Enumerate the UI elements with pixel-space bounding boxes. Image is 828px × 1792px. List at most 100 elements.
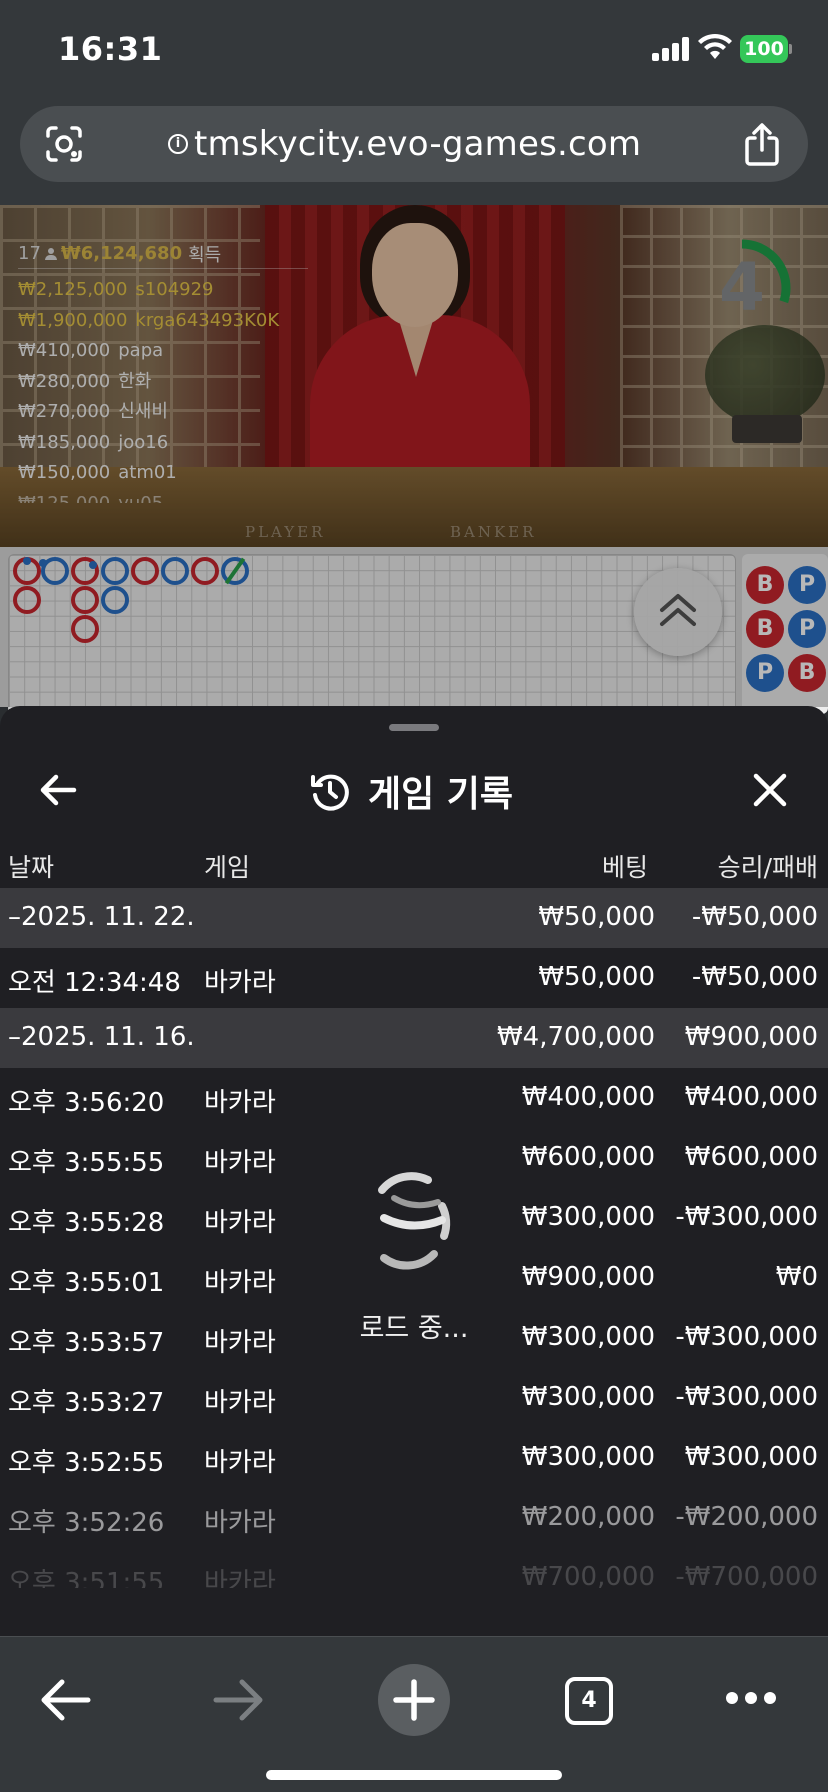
winner-amount: ₩410,000 bbox=[18, 340, 111, 361]
tabs-icon[interactable]: 4 bbox=[565, 1677, 613, 1725]
winner-amount: ₩185,000 bbox=[18, 431, 111, 453]
history-date-group-row[interactable]: –2025. 11. 22. ₩50,000 -₩50,000 bbox=[0, 888, 828, 948]
history-row[interactable]: 오후 3:53:27 바카라 ₩300,000 -₩300,000 bbox=[0, 1368, 828, 1428]
history-win-loss: -₩300,000 bbox=[675, 1382, 818, 1412]
history-bet: ₩300,000 bbox=[521, 1382, 655, 1412]
lens-icon[interactable] bbox=[44, 124, 84, 164]
plus-icon bbox=[393, 1679, 435, 1721]
winner-row: ₩270,000 신새비 bbox=[18, 397, 308, 428]
address-bar[interactable]: i tmskycity.evo-games.com bbox=[20, 106, 808, 182]
pair-dot bbox=[89, 561, 97, 569]
history-bet: ₩200,000 bbox=[521, 1502, 655, 1532]
history-win-loss: -₩50,000 bbox=[691, 962, 818, 992]
bonsai-pot bbox=[732, 415, 802, 443]
url-text[interactable]: tmskycity.evo-games.com bbox=[194, 124, 641, 164]
winner-name: s104929 bbox=[135, 279, 214, 300]
winners-count: 17 bbox=[18, 243, 41, 264]
history-row[interactable]: 오후 3:56:20 바카라 ₩400,000 ₩400,000 bbox=[0, 1068, 828, 1128]
history-date: –2025. 11. 16. bbox=[8, 1022, 195, 1052]
history-date: 오후 3:53:27 bbox=[8, 1388, 165, 1418]
roadmap-area: B P B P P B bbox=[0, 547, 828, 714]
expand-roadmap-button[interactable] bbox=[634, 568, 722, 656]
history-row[interactable]: 오후 3:51:55 바카라 ₩700,000 -₩700,000 bbox=[0, 1548, 828, 1588]
banker-area-label: BANKER bbox=[450, 523, 537, 541]
road-mark-player bbox=[101, 586, 129, 614]
winners-summary: 17 ₩6,124,680 획득 bbox=[18, 243, 308, 269]
home-indicator[interactable] bbox=[266, 1770, 562, 1780]
more-icon[interactable] bbox=[726, 1692, 776, 1706]
history-bet: ₩700,000 bbox=[521, 1562, 655, 1588]
history-date: 오후 3:52:55 bbox=[8, 1448, 165, 1478]
battery-icon: 100 bbox=[740, 35, 792, 63]
history-win-loss: ₩600,000 bbox=[684, 1142, 818, 1172]
winner-name: joo16 bbox=[118, 431, 169, 453]
road-mark-banker bbox=[191, 557, 219, 585]
new-tab-button[interactable] bbox=[378, 1664, 450, 1736]
history-row[interactable]: 오전 12:34:48 바카라 ₩50,000 -₩50,000 bbox=[0, 948, 828, 1008]
winner-name: yu05 bbox=[118, 493, 163, 503]
winners-list: 17 ₩6,124,680 획득 ₩2,125,000 s104929 ₩1,900… bbox=[18, 243, 308, 503]
history-game: 바카라 bbox=[204, 1088, 276, 1118]
winner-row: ₩185,000 joo16 bbox=[18, 428, 308, 459]
dealer bbox=[300, 205, 540, 515]
loading-text: 로드 중... bbox=[0, 1306, 828, 1345]
winner-row: ₩125,000 yu05 bbox=[18, 489, 308, 503]
winner-amount: ₩125,000 bbox=[18, 493, 110, 503]
winner-row: ₩410,000 papa bbox=[18, 336, 308, 367]
history-bet: ₩600,000 bbox=[521, 1142, 655, 1172]
browser-url-area: i tmskycity.evo-games.com bbox=[0, 100, 828, 205]
chevron-up-double-icon bbox=[660, 594, 696, 626]
road-mark-player bbox=[101, 557, 129, 585]
winner-row: ₩150,000 atm01 bbox=[18, 458, 308, 489]
close-button[interactable] bbox=[748, 768, 792, 812]
history-column-headers: 날짜 게임 베팅 승리/패배 bbox=[0, 836, 828, 894]
bead-player: P bbox=[746, 654, 784, 692]
road-mark-banker bbox=[71, 586, 99, 614]
history-game: 바카라 bbox=[204, 1208, 276, 1238]
column-date: 날짜 bbox=[8, 853, 55, 882]
history-row[interactable]: 오후 3:52:55 바카라 ₩300,000 ₩300,000 bbox=[0, 1428, 828, 1488]
bead-player: P bbox=[788, 610, 826, 648]
history-win-loss: -₩300,000 bbox=[675, 1202, 818, 1232]
history-game: 바카라 bbox=[204, 1448, 276, 1478]
history-win-loss: ₩300,000 bbox=[684, 1442, 818, 1472]
winner-amount: ₩150,000 bbox=[18, 462, 111, 483]
share-icon[interactable] bbox=[742, 122, 782, 166]
column-win-loss: 승리/패배 bbox=[717, 853, 818, 882]
player-area-label: PLAYER bbox=[245, 523, 326, 541]
history-bet: ₩50,000 bbox=[538, 962, 655, 992]
road-mark-player bbox=[161, 557, 189, 585]
history-date: 오후 3:55:55 bbox=[8, 1148, 165, 1178]
history-game: 바카라 bbox=[204, 1148, 276, 1178]
history-game: 바카라 bbox=[204, 968, 276, 998]
pair-dot bbox=[39, 559, 47, 567]
live-dealer-video[interactable]: PLAYER BANKER 17 ₩6,124,680 획득 ₩2,125,00… bbox=[0, 205, 828, 547]
sheet-drag-handle[interactable] bbox=[389, 724, 439, 731]
winner-row: ₩2,125,000 s104929 bbox=[18, 275, 308, 306]
history-bet: ₩50,000 bbox=[538, 902, 655, 932]
big-road-grid[interactable] bbox=[8, 554, 736, 714]
back-arrow-icon[interactable] bbox=[38, 1677, 92, 1723]
cellular-signal-icon bbox=[652, 37, 692, 61]
history-row[interactable]: 오후 3:52:26 바카라 ₩200,000 -₩200,000 bbox=[0, 1488, 828, 1548]
history-date: 오후 3:55:28 bbox=[8, 1208, 165, 1238]
history-bet: ₩300,000 bbox=[521, 1202, 655, 1232]
back-button[interactable] bbox=[36, 768, 80, 812]
forward-arrow-icon[interactable] bbox=[212, 1677, 266, 1723]
info-icon[interactable]: i bbox=[168, 134, 188, 154]
browser-toolbar: 4 bbox=[0, 1636, 828, 1792]
history-win-loss: -₩200,000 bbox=[675, 1502, 818, 1532]
total-won-label: 획득 bbox=[188, 244, 222, 266]
history-win-loss: ₩900,000 bbox=[684, 1022, 818, 1052]
history-date-group-row[interactable]: –2025. 11. 16. ₩4,700,000 ₩900,000 bbox=[0, 1008, 828, 1068]
total-won: ₩6,124,680 bbox=[60, 243, 183, 264]
bead-banker: B bbox=[746, 610, 784, 648]
history-game: 바카라 bbox=[204, 1388, 276, 1418]
bead-road[interactable]: B P B P P B bbox=[742, 554, 828, 714]
winner-name: 신새비 bbox=[118, 401, 168, 422]
winner-name: atm01 bbox=[118, 462, 177, 483]
history-date: 오후 3:56:20 bbox=[8, 1088, 165, 1118]
wifi-icon bbox=[698, 33, 732, 59]
winner-name: krga643493K0K bbox=[135, 309, 280, 331]
column-bet: 베팅 bbox=[601, 853, 648, 882]
